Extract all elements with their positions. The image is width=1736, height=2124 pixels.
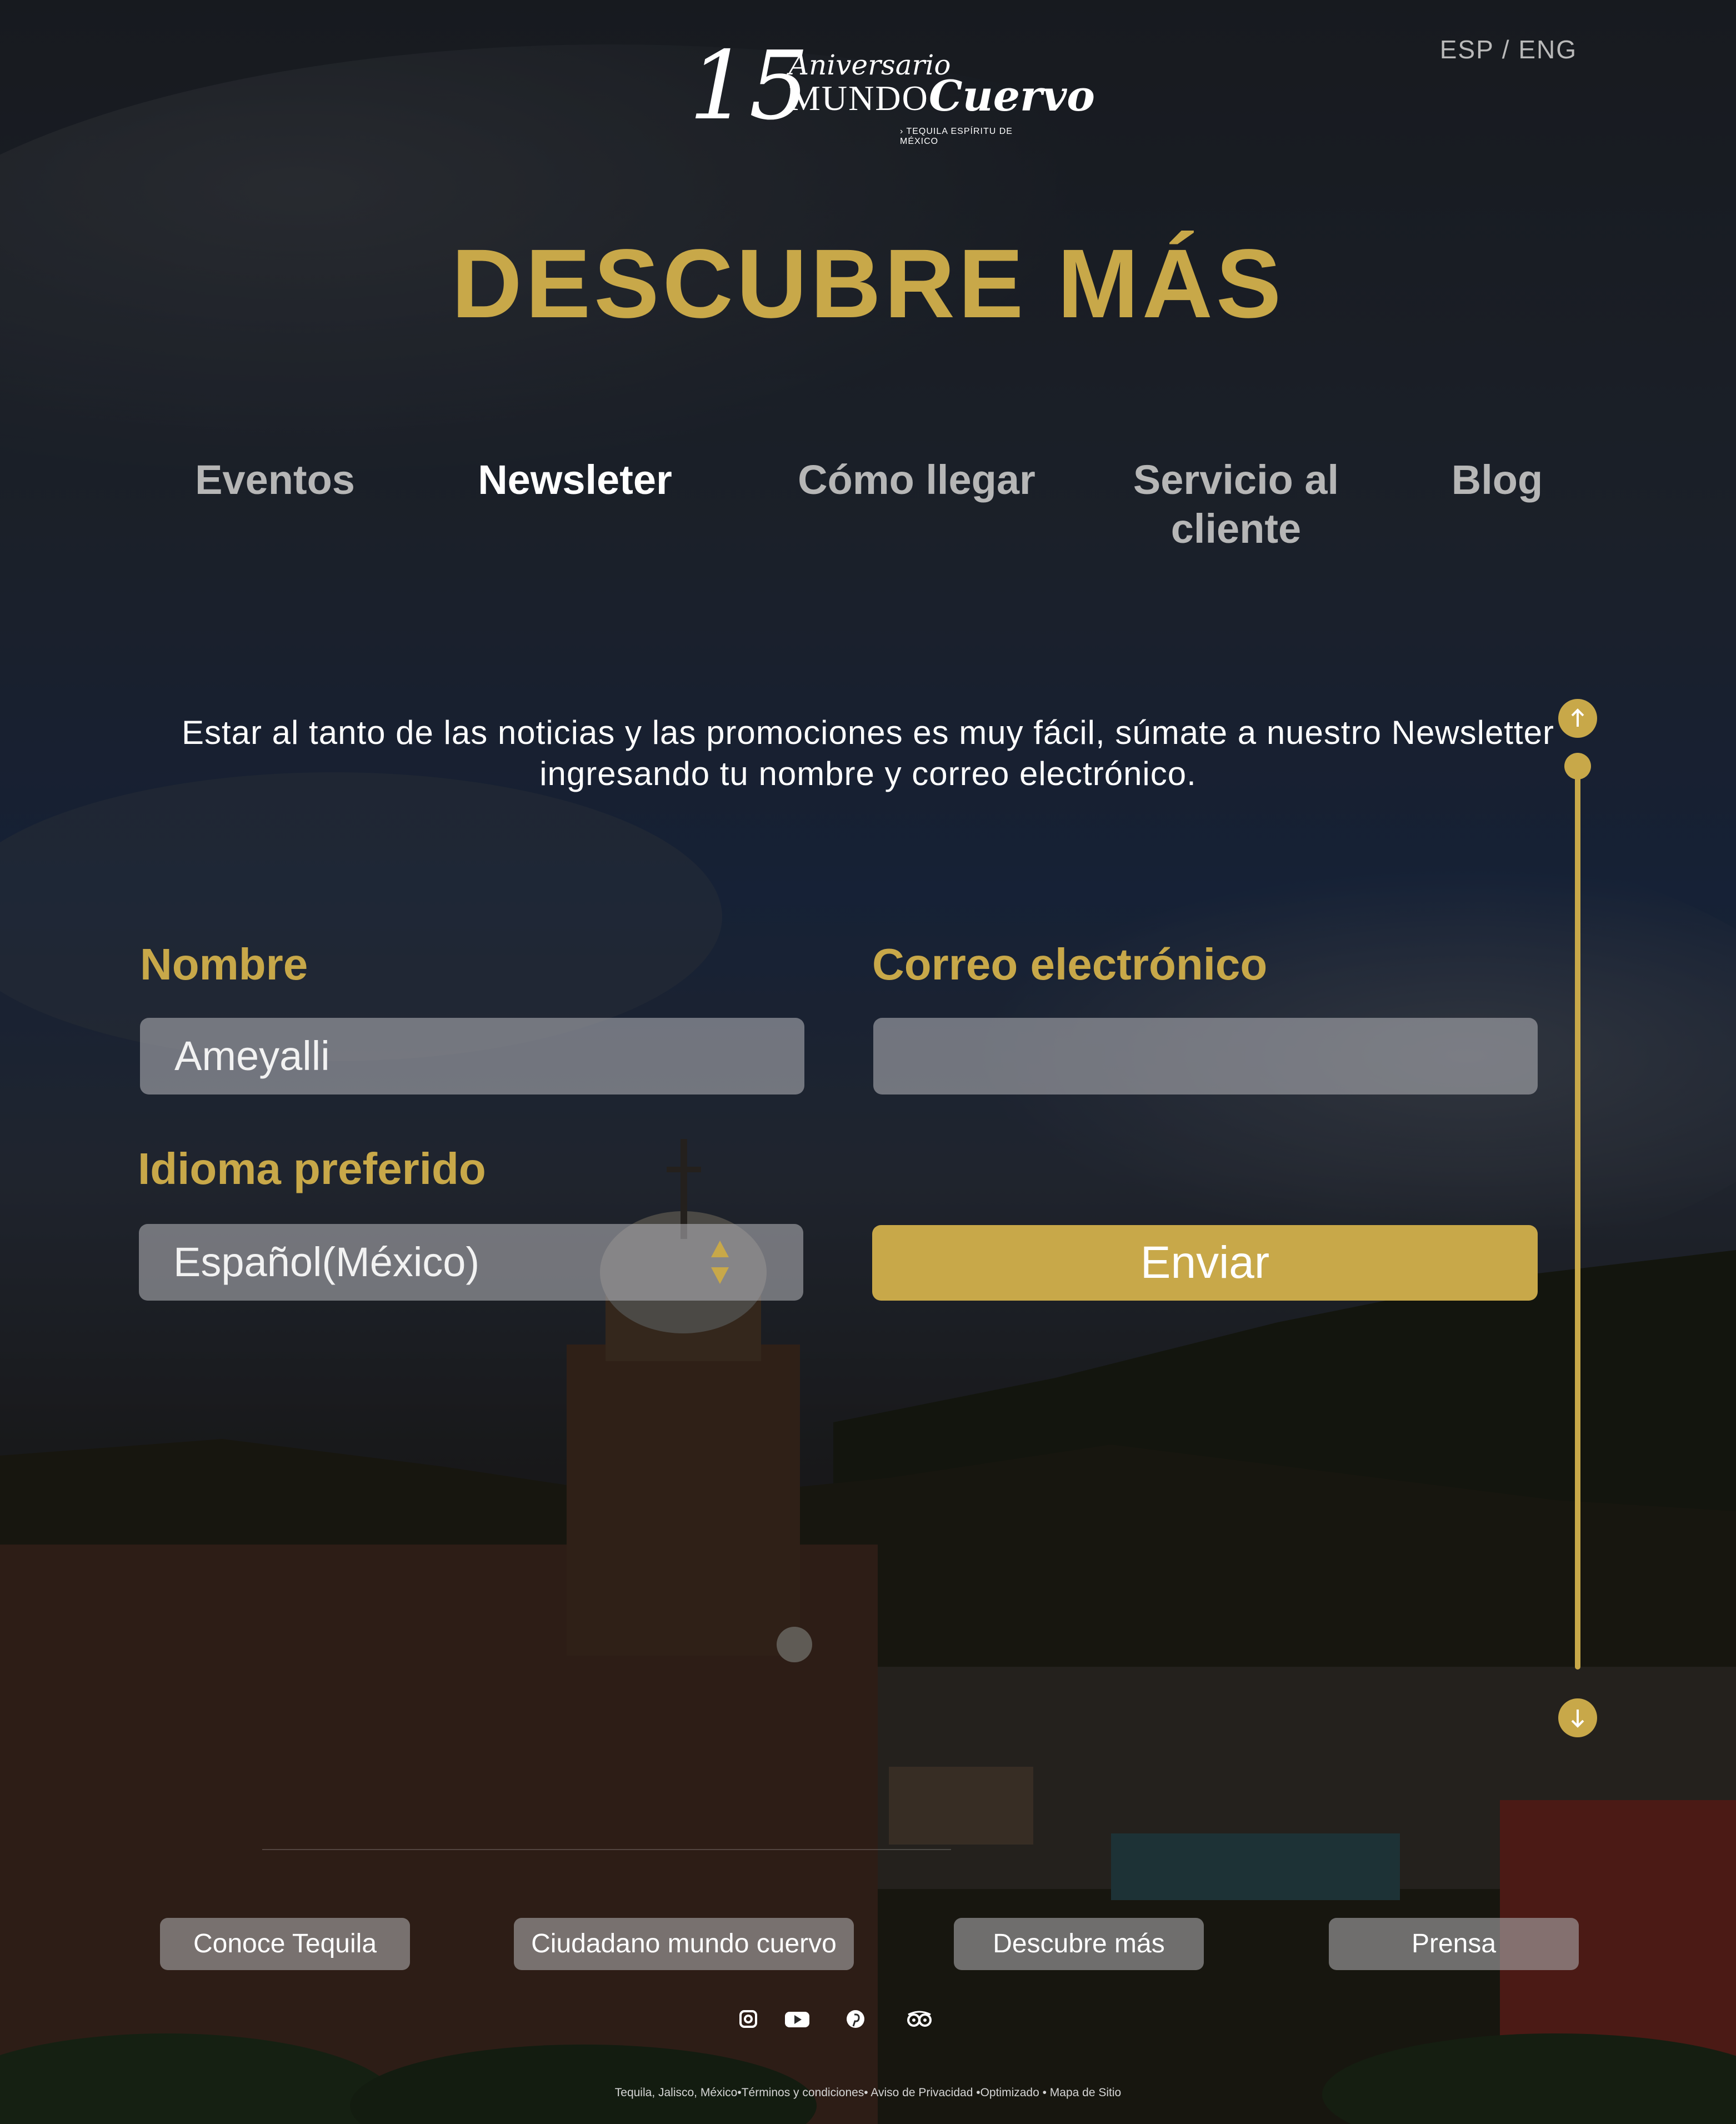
footer-prensa[interactable]: Prensa <box>1329 1918 1579 1970</box>
arrow-up-icon <box>1571 708 1584 727</box>
idioma-select[interactable]: Español(México) <box>139 1224 803 1301</box>
footer-ciudadano-mundo-cuervo[interactable]: Ciudadano mundo cuervo <box>514 1918 854 1970</box>
email-field[interactable] <box>873 1018 1538 1095</box>
tab-como-llegar[interactable]: Cómo llegar <box>778 456 1055 504</box>
footer-descubre-mas[interactable]: Descubre más <box>954 1918 1204 1970</box>
tab-eventos[interactable]: Eventos <box>183 456 367 504</box>
footer-divider <box>262 1849 951 1850</box>
lang-eng[interactable]: ENG <box>1518 35 1577 64</box>
scroll-down-button[interactable] <box>1558 1698 1597 1737</box>
scroll-thumb[interactable] <box>1564 753 1591 779</box>
newsletter-intro: Estar al tanto de las noticias y las pro… <box>181 714 1555 792</box>
mundo-cuervo-logo[interactable]: 15 Aniversario MUNDO Cuervo › TEQUILA ES… <box>689 39 1095 146</box>
logo-aniversario: Aniversario <box>789 49 951 81</box>
nombre-field[interactable]: Ameyalli <box>140 1018 804 1095</box>
pinterest-icon[interactable] <box>843 2007 868 2031</box>
tripadvisor-icon[interactable] <box>904 2007 934 2031</box>
arrow-down-icon <box>1571 1710 1584 1728</box>
instagram-icon[interactable] <box>736 2007 761 2031</box>
tab-newsletter[interactable]: Newsleter <box>456 456 694 504</box>
scroll-track[interactable] <box>1575 767 1580 1670</box>
footer-legal: Tequila, Jalisco, México•Términos y cond… <box>614 2086 1122 2099</box>
youtube-icon[interactable] <box>783 2007 811 2031</box>
lang-separator: / <box>1493 35 1519 64</box>
lang-esp[interactable]: ESP <box>1440 35 1494 64</box>
enviar-button[interactable]: Enviar <box>872 1225 1538 1301</box>
page-title: DESCUBRE MÁS <box>451 229 1285 338</box>
logo-tagline: › TEQUILA ESPÍRITU DE MÉXICO <box>900 127 1013 146</box>
page: ESP / ENG 15 Aniversario MUNDO Cuervo › … <box>0 0 1736 2124</box>
tab-blog[interactable]: Blog <box>1433 456 1561 504</box>
logo-mundo: MUNDO <box>789 78 929 118</box>
nombre-label: Nombre <box>140 939 308 989</box>
select-arrows-icon <box>711 1241 729 1284</box>
footer-conoce-tequila[interactable]: Conoce Tequila <box>160 1918 410 1970</box>
correo-label: Correo electrónico <box>872 939 1268 989</box>
tab-servicio-al-cliente[interactable]: Servicio al cliente <box>1117 456 1355 553</box>
logo-brand: Cuervo <box>929 71 1095 121</box>
idioma-select-value: Español(México) <box>173 1239 480 1285</box>
scroll-up-button[interactable] <box>1558 699 1597 738</box>
idioma-label: Idioma preferido <box>138 1144 486 1193</box>
language-switch: ESP / ENG <box>1440 34 1577 64</box>
